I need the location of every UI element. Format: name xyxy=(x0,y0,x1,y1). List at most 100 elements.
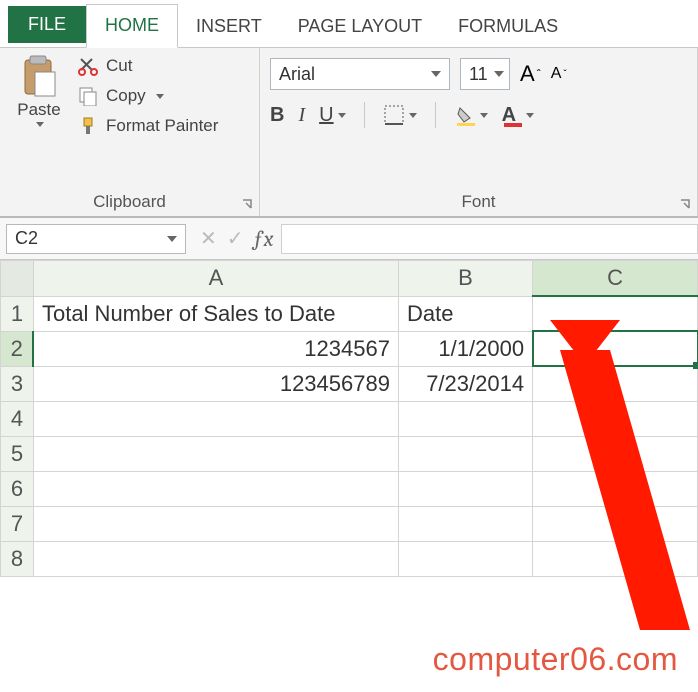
row-header-7[interactable]: 7 xyxy=(1,506,34,541)
cut-label: Cut xyxy=(106,56,132,76)
chevron-down-icon xyxy=(431,71,441,77)
cell-A1[interactable]: Total Number of Sales to Date xyxy=(33,296,398,331)
spreadsheet-grid: A B C 1 Total Number of Sales to Date Da… xyxy=(0,260,698,577)
ribbon: Paste Cut Copy Format Painter Cli xyxy=(0,48,698,218)
ribbon-tabs: FILE HOME INSERT PAGE LAYOUT FORMULAS xyxy=(0,0,698,48)
cut-button[interactable]: Cut xyxy=(74,54,222,78)
chevron-down-icon xyxy=(338,113,346,118)
row-header-8[interactable]: 8 xyxy=(1,541,34,576)
tab-formulas[interactable]: FORMULAS xyxy=(440,6,576,47)
cell-A8[interactable] xyxy=(33,541,398,576)
cell-B5[interactable] xyxy=(398,436,532,471)
tab-file[interactable]: FILE xyxy=(8,6,86,43)
font-size-value: 11 xyxy=(469,64,488,85)
clipboard-group-label: Clipboard xyxy=(10,190,249,212)
chevron-down-icon xyxy=(167,236,177,242)
copy-button[interactable]: Copy xyxy=(74,84,222,108)
paste-label: Paste xyxy=(17,100,60,120)
separator xyxy=(435,102,436,128)
cell-C8[interactable] xyxy=(533,541,698,576)
row-header-3[interactable]: 3 xyxy=(1,366,34,401)
tab-page-layout[interactable]: PAGE LAYOUT xyxy=(280,6,440,47)
group-font: Arial 11 Aˆ Aˇ B I U xyxy=(260,48,698,216)
chevron-down-icon xyxy=(494,71,504,77)
bold-button[interactable]: B xyxy=(270,104,284,127)
grow-font-label: A xyxy=(520,61,535,87)
underline-label: U xyxy=(319,104,333,127)
cell-C7[interactable] xyxy=(533,506,698,541)
copy-label: Copy xyxy=(106,86,146,106)
select-all-corner[interactable] xyxy=(1,261,34,297)
col-header-B[interactable]: B xyxy=(398,261,532,297)
underline-button[interactable]: U xyxy=(319,104,345,127)
paste-button[interactable]: Paste xyxy=(10,54,68,138)
cell-A3[interactable]: 123456789 xyxy=(33,366,398,401)
color-swatch-icon xyxy=(502,113,520,117)
cell-C5[interactable] xyxy=(533,436,698,471)
col-header-A[interactable]: A xyxy=(33,261,398,297)
format-painter-label: Format Painter xyxy=(106,116,218,136)
cell-B2[interactable]: 1/1/2000 xyxy=(398,331,532,366)
watermark: computer06.com xyxy=(433,641,678,678)
font-size-dropdown[interactable]: 11 xyxy=(460,58,510,90)
paintbrush-icon xyxy=(78,116,98,136)
cell-A2[interactable]: 1234567 xyxy=(33,331,398,366)
formula-bar: C2 ✕ ✓ ƒx xyxy=(0,218,698,260)
cell-B4[interactable] xyxy=(398,401,532,436)
font-dialog-launcher-icon[interactable] xyxy=(679,198,693,212)
cell-A6[interactable] xyxy=(33,471,398,506)
font-name-dropdown[interactable]: Arial xyxy=(270,58,450,90)
row-header-2[interactable]: 2 xyxy=(1,331,34,366)
caret-down-icon: ˇ xyxy=(563,69,566,80)
cancel-formula-button[interactable]: ✕ xyxy=(200,226,217,251)
chevron-down-icon xyxy=(409,113,417,118)
row-header-5[interactable]: 5 xyxy=(1,436,34,471)
font-group-label: Font xyxy=(270,190,687,212)
tab-home[interactable]: HOME xyxy=(86,4,178,48)
name-box-value: C2 xyxy=(15,228,38,249)
clipboard-dialog-launcher-icon[interactable] xyxy=(241,198,255,212)
paste-dropdown-icon xyxy=(36,122,44,127)
name-box[interactable]: C2 xyxy=(6,224,186,254)
cell-C4[interactable] xyxy=(533,401,698,436)
color-bar xyxy=(504,123,522,127)
italic-button[interactable]: I xyxy=(298,104,305,127)
borders-button[interactable] xyxy=(383,104,417,126)
cell-C6[interactable] xyxy=(533,471,698,506)
shrink-font-label: A xyxy=(551,65,562,83)
cell-B6[interactable] xyxy=(398,471,532,506)
bucket-icon xyxy=(454,104,476,126)
cell-A7[interactable] xyxy=(33,506,398,541)
col-header-C[interactable]: C xyxy=(533,261,698,297)
cell-C3[interactable] xyxy=(533,366,698,401)
row-header-4[interactable]: 4 xyxy=(1,401,34,436)
copy-icon xyxy=(78,86,98,106)
enter-formula-button[interactable]: ✓ xyxy=(227,226,244,251)
paste-icon xyxy=(19,54,59,98)
cell-B3[interactable]: 7/23/2014 xyxy=(398,366,532,401)
chevron-down-icon xyxy=(480,113,488,118)
font-color-button[interactable]: A xyxy=(502,103,534,127)
copy-dropdown-icon xyxy=(156,94,164,99)
cell-B7[interactable] xyxy=(398,506,532,541)
cell-A5[interactable] xyxy=(33,436,398,471)
format-painter-button[interactable]: Format Painter xyxy=(74,114,222,138)
tab-insert[interactable]: INSERT xyxy=(178,6,280,47)
cell-B1[interactable]: Date xyxy=(398,296,532,331)
row-header-6[interactable]: 6 xyxy=(1,471,34,506)
cell-C1[interactable] xyxy=(533,296,698,331)
row-header-1[interactable]: 1 xyxy=(1,296,34,331)
cell-cursor-icon: ✚ xyxy=(578,332,596,358)
separator xyxy=(364,102,365,128)
fx-icon[interactable]: ƒx xyxy=(254,226,274,252)
formula-input[interactable] xyxy=(281,224,698,254)
caret-up-icon: ˆ xyxy=(537,67,541,81)
cell-B8[interactable] xyxy=(398,541,532,576)
scissors-icon xyxy=(78,56,98,76)
cell-A4[interactable] xyxy=(33,401,398,436)
shrink-font-button[interactable]: Aˇ xyxy=(551,65,567,83)
group-clipboard: Paste Cut Copy Format Painter Cli xyxy=(0,48,260,216)
grow-font-button[interactable]: Aˆ xyxy=(520,61,541,87)
cell-C2[interactable] xyxy=(533,331,698,366)
fill-color-button[interactable] xyxy=(454,104,488,126)
